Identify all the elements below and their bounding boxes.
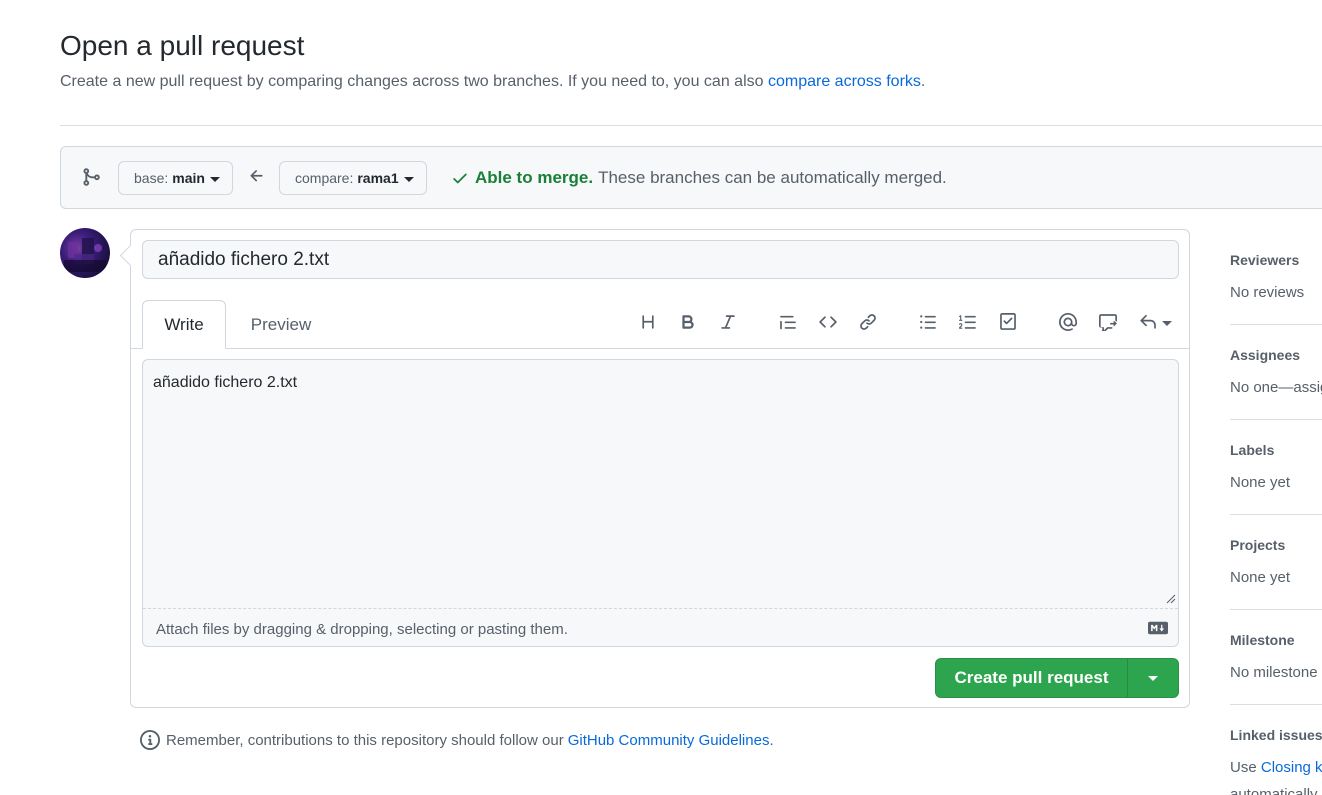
ordered-list-icon[interactable] bbox=[955, 309, 981, 335]
base-branch-select[interactable]: base: main bbox=[118, 161, 233, 195]
community-guidelines-link[interactable]: GitHub Community Guidelines bbox=[568, 732, 770, 749]
sidebar-linked-issues-value: Use Closing keywords bbox=[1230, 759, 1322, 776]
sidebar-milestone-value: No milestone bbox=[1230, 664, 1318, 681]
quote-icon[interactable] bbox=[775, 309, 801, 335]
italic-icon[interactable] bbox=[715, 309, 741, 335]
code-icon[interactable] bbox=[815, 309, 841, 335]
merge-status-ok: Able to merge. bbox=[475, 168, 594, 187]
tab-preview[interactable]: Preview bbox=[241, 300, 321, 349]
branch-range-bar: base: main compare: rama1 Able to merge.… bbox=[60, 146, 1322, 209]
sidebar-reviewers-title[interactable]: Reviewers bbox=[1230, 252, 1299, 268]
sidebar-linked-issues: Linked issues Use Closing keywords autom… bbox=[1230, 705, 1322, 795]
unordered-list-icon[interactable] bbox=[915, 309, 941, 335]
pull-request-form: añadido fichero 2.txt Write Preview añad bbox=[130, 229, 1190, 708]
sidebar-projects-value: None yet bbox=[1230, 569, 1291, 586]
page-subtitle: Create a new pull request by comparing c… bbox=[60, 73, 925, 91]
chevron-down-icon bbox=[209, 176, 220, 182]
create-pull-request-label[interactable]: Create pull request bbox=[936, 659, 1128, 697]
bold-icon[interactable] bbox=[675, 309, 701, 335]
check-icon bbox=[453, 173, 467, 184]
create-options-dropdown[interactable] bbox=[1128, 659, 1178, 697]
linked-issues-line2: automatically bbox=[1230, 786, 1318, 795]
merge-status: Able to merge. These branches can be aut… bbox=[451, 168, 947, 188]
sidebar-reviewers-value: No reviews bbox=[1230, 284, 1305, 301]
body-textarea[interactable]: añadido fichero 2.txt Attach files by dr… bbox=[142, 359, 1179, 647]
attach-hint: Attach files by dragging & dropping, sel… bbox=[156, 621, 568, 638]
page-title: Open a pull request bbox=[60, 30, 305, 61]
sidebar-linked-issues-title: Linked issues bbox=[1230, 727, 1322, 743]
body-text[interactable]: añadido fichero 2.txt bbox=[153, 374, 297, 392]
chevron-down-icon bbox=[1148, 675, 1158, 681]
sidebar: Reviewers No reviews Assignees No one—as… bbox=[1230, 230, 1322, 795]
linked-issues-prefix: Use bbox=[1230, 759, 1257, 776]
subtitle-text: Create a new pull request by comparing c… bbox=[60, 73, 764, 90]
compare-forks-link[interactable]: compare across forks bbox=[768, 73, 921, 90]
subtitle-end: . bbox=[920, 73, 926, 90]
chevron-down-icon bbox=[1161, 320, 1172, 326]
sidebar-assignees: Assignees No one—assign yourself bbox=[1230, 325, 1322, 420]
markdown-icon[interactable] bbox=[1148, 621, 1168, 635]
chevron-down-icon bbox=[403, 176, 414, 182]
compare-branch-select[interactable]: compare: rama1 bbox=[279, 161, 427, 195]
closing-keywords-link[interactable]: Closing keywords bbox=[1261, 759, 1322, 776]
header-divider bbox=[60, 125, 1322, 126]
mention-icon[interactable] bbox=[1055, 309, 1081, 335]
compare-icon bbox=[83, 168, 100, 186]
file-attach-area[interactable]: Attach files by dragging & dropping, sel… bbox=[143, 608, 1178, 646]
tab-write[interactable]: Write bbox=[142, 300, 226, 349]
saved-replies-icon[interactable] bbox=[1135, 309, 1175, 335]
info-icon bbox=[140, 730, 160, 750]
sidebar-assignees-title[interactable]: Assignees bbox=[1230, 347, 1300, 363]
sidebar-projects: Projects None yet bbox=[1230, 515, 1322, 610]
heading-icon[interactable] bbox=[635, 309, 661, 335]
guidelines-end: . bbox=[769, 731, 774, 749]
avatar bbox=[60, 228, 110, 278]
resize-handle-icon[interactable] bbox=[1166, 594, 1176, 604]
sidebar-projects-title[interactable]: Projects bbox=[1230, 537, 1285, 553]
task-list-icon[interactable] bbox=[995, 309, 1021, 335]
sidebar-reviewers: Reviewers No reviews bbox=[1230, 230, 1322, 325]
sidebar-labels-title[interactable]: Labels bbox=[1230, 442, 1274, 458]
sidebar-milestone-title[interactable]: Milestone bbox=[1230, 632, 1295, 648]
merge-status-message: These branches can be automatically merg… bbox=[598, 168, 947, 187]
reference-icon[interactable] bbox=[1095, 309, 1121, 335]
sidebar-milestone: Milestone No milestone bbox=[1230, 610, 1322, 705]
avatar-image bbox=[64, 238, 106, 272]
base-branch-name: main bbox=[172, 170, 205, 186]
community-guidelines-note: Remember, contributions to this reposito… bbox=[140, 730, 774, 750]
link-icon[interactable] bbox=[855, 309, 881, 335]
compare-branch-name: rama1 bbox=[357, 170, 399, 186]
arrow-left-icon bbox=[250, 170, 263, 182]
sidebar-assignees-value: No one—assign yourself bbox=[1230, 379, 1322, 396]
guidelines-text: Remember, contributions to this reposito… bbox=[166, 731, 564, 749]
sidebar-labels-value: None yet bbox=[1230, 474, 1291, 491]
title-input[interactable]: añadido fichero 2.txt bbox=[142, 240, 1179, 279]
compare-label: compare: bbox=[295, 170, 354, 186]
base-label: base: bbox=[134, 170, 169, 186]
create-pull-request-button[interactable]: Create pull request bbox=[935, 658, 1179, 698]
sidebar-labels: Labels None yet bbox=[1230, 420, 1322, 515]
